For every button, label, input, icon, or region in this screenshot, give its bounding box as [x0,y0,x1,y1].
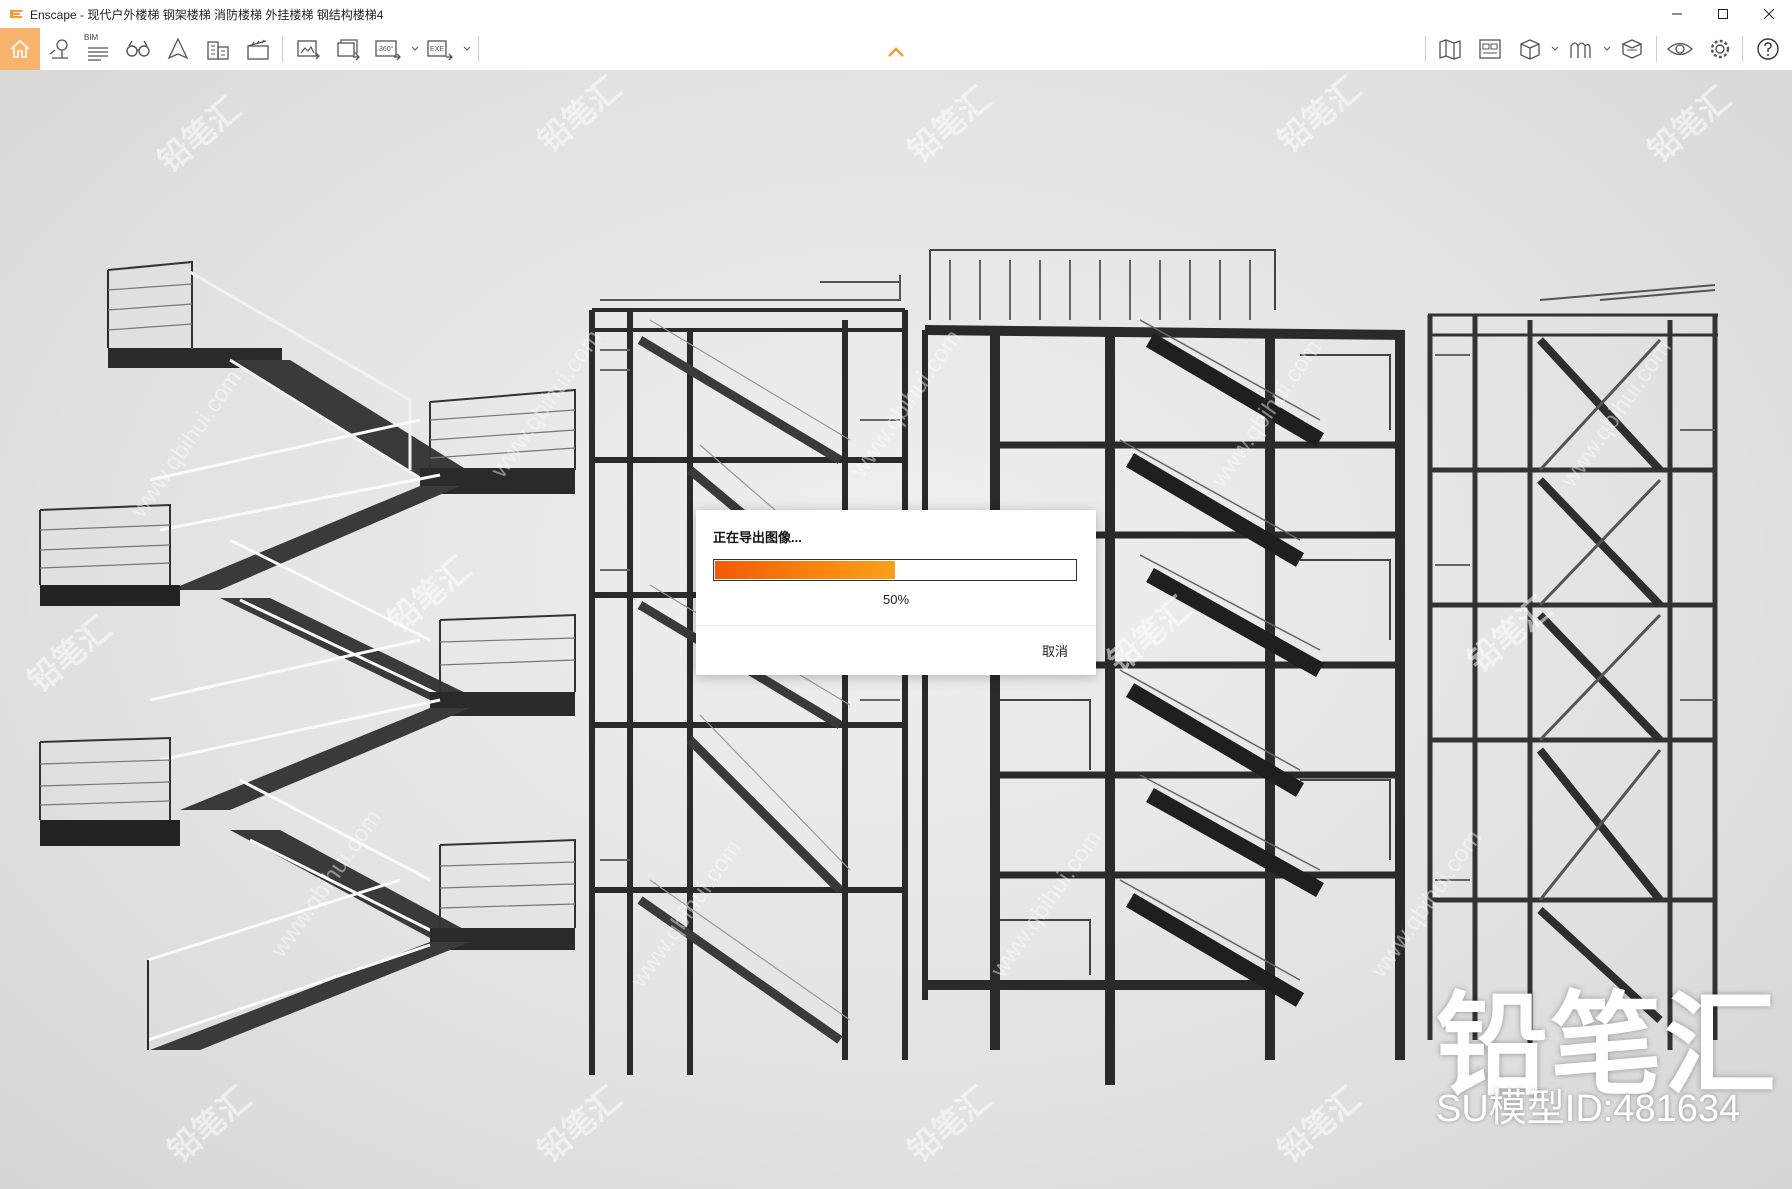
screenshot-icon [297,40,320,60]
box-button[interactable] [1616,33,1648,65]
chevron-down-icon [1603,46,1611,51]
batch-render-icon [337,39,360,61]
maximize-icon [1718,9,1728,19]
progress-percentage: 50% [882,592,910,607]
buildings-button[interactable] [202,33,234,65]
minimize-button[interactable] [1654,0,1700,28]
progress-bar-fill [715,561,895,579]
video-editor-button[interactable] [242,33,274,65]
chevron-down-icon [1551,46,1559,51]
buildings-icon [207,41,229,60]
settings-button[interactable] [1704,33,1736,65]
toolbar-separator [478,36,479,62]
dialog-title: 正在导出图像... [713,530,802,545]
collapse-toolbar-icon[interactable] [886,44,906,60]
box-icon [1621,39,1643,59]
close-button[interactable] [1746,0,1792,28]
material-dropdown[interactable] [1602,41,1612,57]
panorama-button[interactable]: 360° [372,33,404,65]
close-icon [1764,9,1774,19]
map-button[interactable] [1434,33,1466,65]
toolbar-separator [1425,36,1426,62]
map-icon [1439,39,1461,60]
asset-library-button[interactable] [1474,33,1506,65]
window-title: Enscape - 现代户外楼梯 钢架楼梯 消防楼梯 外挂楼梯 钢结构楼梯4 [30,7,384,22]
binoculars-icon [126,40,150,57]
bim-button[interactable]: BIM [82,33,114,65]
stair-2 [589,275,908,1075]
dialog-divider [696,625,1096,626]
export-dropdown[interactable] [462,41,472,57]
cube-dropdown[interactable] [1550,41,1560,57]
stair-4 [1427,284,1718,1050]
exe-label: EXE [430,46,444,53]
maximize-button[interactable] [1700,0,1746,28]
location-button[interactable] [44,33,76,65]
toolbar-separator [1656,36,1657,62]
material-icon [1570,42,1591,58]
minimize-icon [1672,13,1682,15]
material-button[interactable] [1564,33,1596,65]
enscape-logo-icon [10,10,22,18]
chevron-down-icon [463,46,471,51]
gear-icon [1710,39,1730,59]
home-button[interactable] [0,28,40,70]
home-icon [10,39,30,58]
clapperboard-icon [247,39,269,60]
visual-settings-button[interactable] [1664,33,1696,65]
toolbar-separator [282,36,283,62]
exe-export-button[interactable]: EXE [424,33,456,65]
cube-icon [1520,39,1540,60]
screenshot-button[interactable] [292,33,324,65]
toolbar-separator [1742,36,1743,62]
asset-library-icon [1479,39,1501,59]
brand-logo-text: 铅笔汇 [1436,983,1778,1108]
panorama-dropdown[interactable] [410,41,420,57]
chevron-down-icon [411,46,419,51]
pointer-button[interactable] [162,33,194,65]
panorama-label: 360° [379,45,394,53]
help-icon [1757,38,1779,60]
bim-label: BIM [84,33,99,42]
title-bar: Enscape - 现代户外楼梯 钢架楼梯 消防楼梯 外挂楼梯 钢结构楼梯4 [0,0,1792,28]
help-button[interactable] [1752,33,1784,65]
eye-icon [1667,42,1693,56]
model-id-label: SU模型ID:481634 [1436,1088,1741,1130]
binoculars-button[interactable] [122,33,154,65]
arrow-cursor-icon [167,37,189,60]
progress-bar [713,559,1077,581]
batch-render-button[interactable] [332,33,364,65]
exe-export-icon: EXE [427,40,453,61]
location-pin-icon [49,39,68,59]
export-progress-dialog: 正在导出图像... 50% 取消 [696,510,1096,675]
cube-button[interactable] [1514,33,1546,65]
stair-1 [39,260,576,1050]
panorama-360-icon: 360° [375,40,401,61]
window-controls [1654,0,1792,28]
cancel-button[interactable]: 取消 [1042,641,1068,660]
